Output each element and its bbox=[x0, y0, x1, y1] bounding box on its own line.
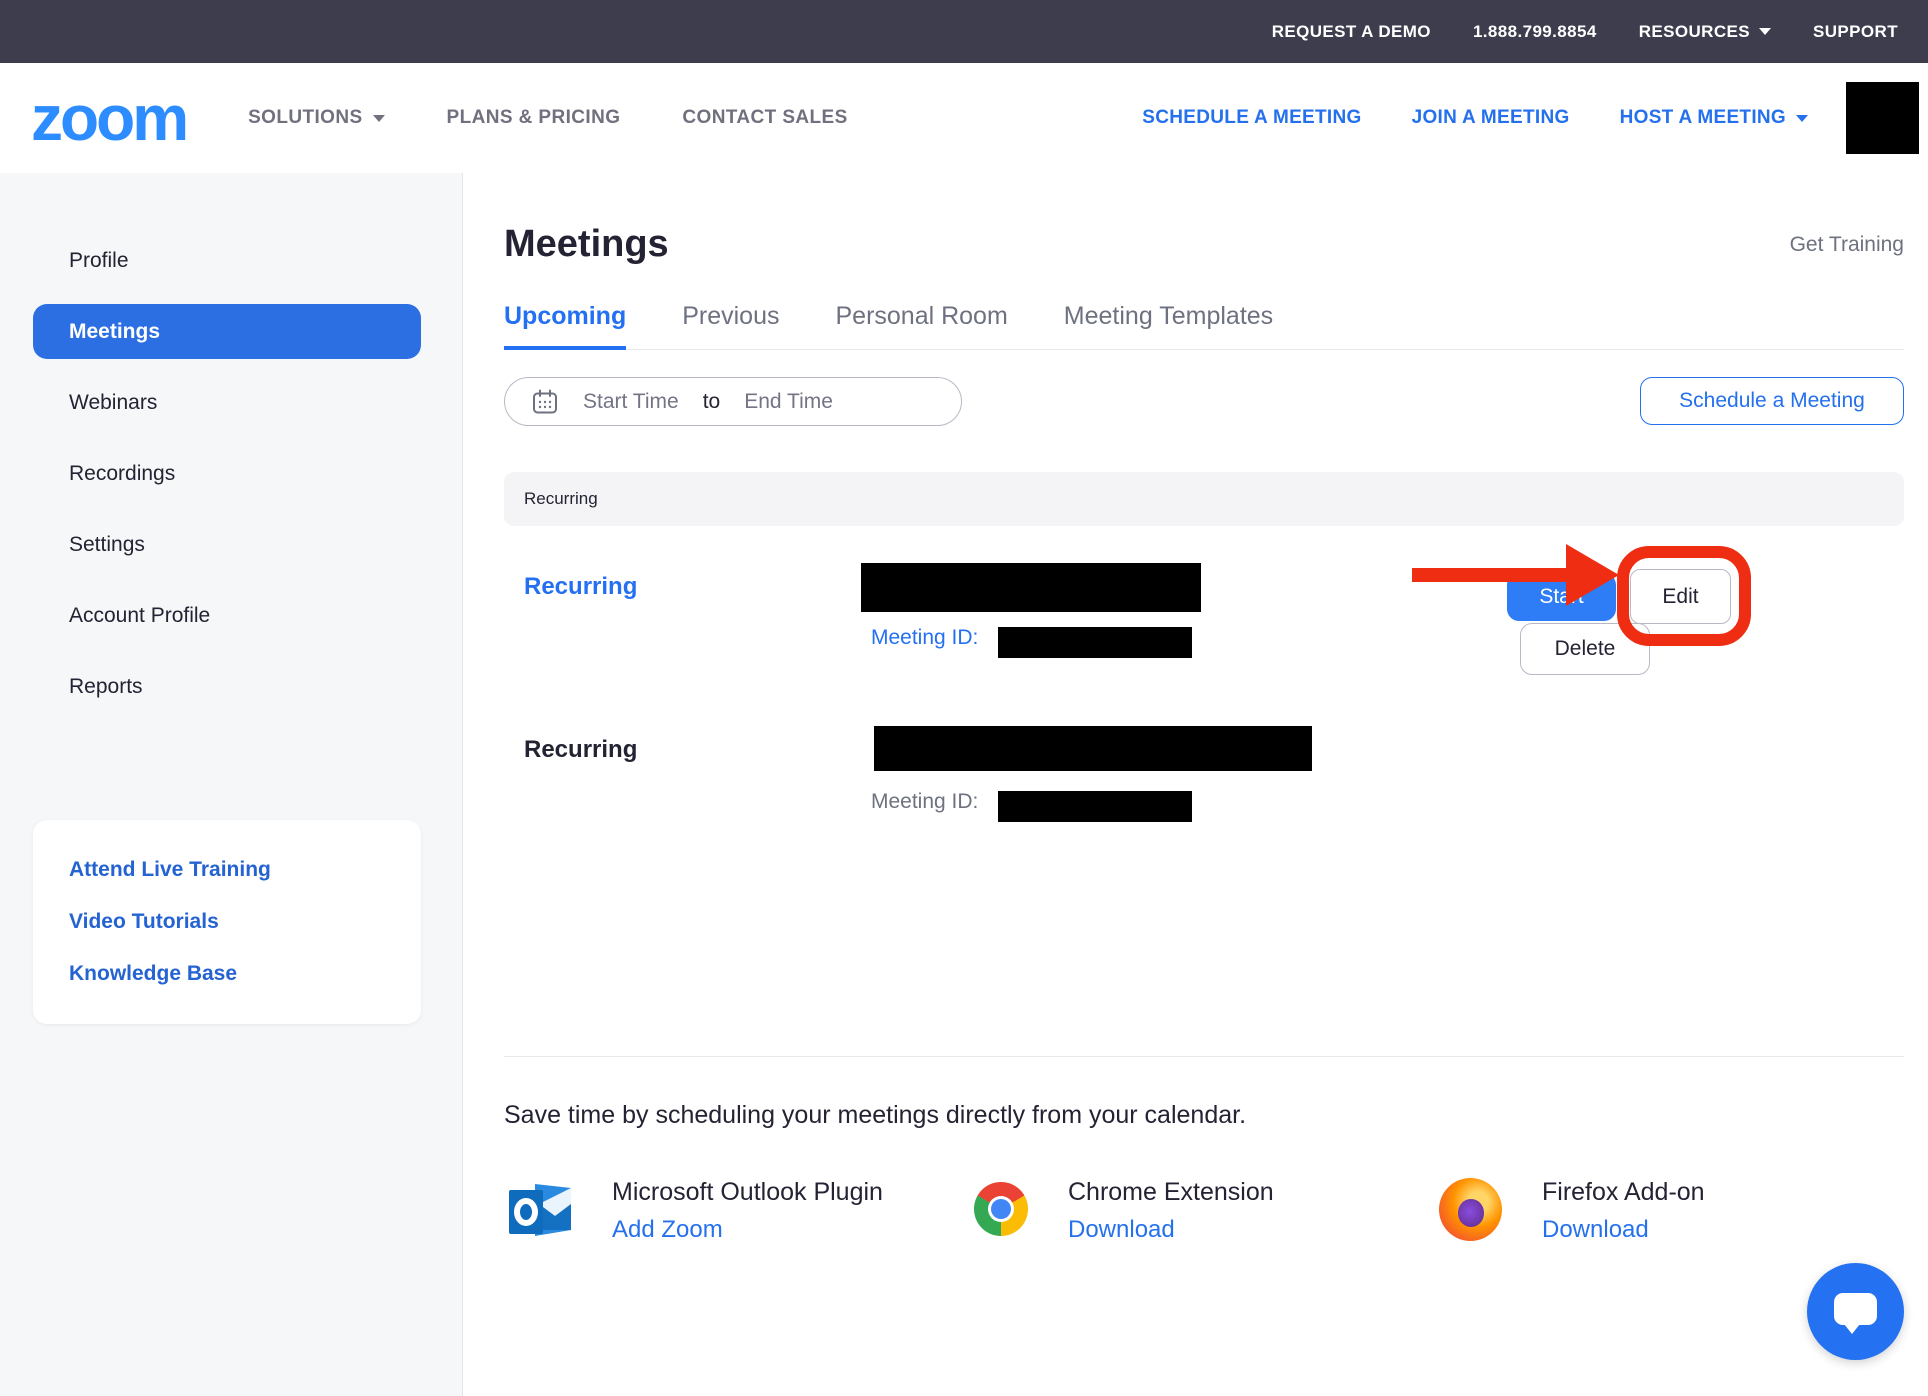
integration-text: Firefox Add-on Download bbox=[1542, 1178, 1705, 1244]
meeting-recurrence-link[interactable]: Recurring bbox=[524, 573, 637, 601]
support-link[interactable]: SUPPORT bbox=[1813, 22, 1898, 42]
avatar[interactable] bbox=[1846, 82, 1919, 154]
schedule-a-meeting-link[interactable]: SCHEDULE A MEETING bbox=[1142, 107, 1361, 129]
integration-name: Microsoft Outlook Plugin bbox=[612, 1178, 883, 1207]
knowledge-base-link[interactable]: Knowledge Base bbox=[33, 948, 421, 1000]
tab-upcoming[interactable]: Upcoming bbox=[504, 302, 626, 349]
chrome-download-link[interactable]: Download bbox=[1068, 1216, 1274, 1244]
host-a-meeting-menu[interactable]: HOST A MEETING bbox=[1620, 107, 1808, 129]
meetings-tabs: Upcoming Previous Personal Room Meeting … bbox=[504, 302, 1904, 350]
recurring-section-header: Recurring bbox=[504, 472, 1904, 526]
zoom-logo[interactable]: zoom bbox=[31, 86, 186, 150]
top-utility-bar: REQUEST A DEMO 1.888.799.8854 RESOURCES … bbox=[0, 0, 1928, 63]
redacted-meeting-id bbox=[998, 791, 1192, 822]
get-training-link[interactable]: Get Training bbox=[1790, 233, 1904, 257]
integrations-row: Microsoft Outlook Plugin Add Zoom Chrome… bbox=[509, 1178, 1904, 1244]
solutions-label: SOLUTIONS bbox=[248, 107, 362, 129]
meeting-recurrence-label: Recurring bbox=[524, 736, 637, 764]
integration-name: Chrome Extension bbox=[1068, 1178, 1274, 1207]
redacted-meeting-id bbox=[998, 627, 1192, 658]
date-range-to-label: to bbox=[703, 390, 721, 414]
sidebar-item-reports[interactable]: Reports bbox=[0, 659, 462, 714]
resources-menu[interactable]: RESOURCES bbox=[1639, 22, 1771, 42]
phone-number[interactable]: 1.888.799.8854 bbox=[1473, 22, 1597, 42]
host-a-meeting-label: HOST A MEETING bbox=[1620, 107, 1786, 129]
chrome-integration: Chrome Extension Download bbox=[974, 1178, 1439, 1244]
calendar-promo-heading: Save time by scheduling your meetings di… bbox=[504, 1101, 1904, 1130]
calendar-icon bbox=[531, 388, 559, 416]
sidebar-item-recordings[interactable]: Recordings bbox=[0, 446, 462, 501]
redacted-meeting-topic bbox=[874, 726, 1312, 771]
firefox-integration: Firefox Add-on Download bbox=[1439, 1178, 1904, 1244]
chevron-down-icon bbox=[373, 115, 385, 122]
edit-button[interactable]: Edit bbox=[1630, 569, 1731, 624]
sidebar-item-account-profile[interactable]: Account Profile bbox=[0, 588, 462, 643]
primary-nav: SOLUTIONS PLANS & PRICING CONTACT SALES bbox=[248, 107, 848, 129]
chevron-down-icon bbox=[1796, 115, 1808, 122]
chat-fab-button[interactable] bbox=[1807, 1263, 1904, 1360]
nav-plans-pricing[interactable]: PLANS & PRICING bbox=[447, 107, 621, 129]
request-demo-link[interactable]: REQUEST A DEMO bbox=[1272, 22, 1431, 42]
filter-row: Start Time to End Time Schedule a Meetin… bbox=[504, 377, 1904, 426]
sidebar-item-webinars[interactable]: Webinars bbox=[0, 375, 462, 430]
sidebar-item-profile[interactable]: Profile bbox=[0, 233, 462, 288]
meeting-id-label: Meeting ID: bbox=[871, 790, 978, 814]
section-divider bbox=[504, 1056, 1904, 1057]
attend-live-training-link[interactable]: Attend Live Training bbox=[33, 844, 421, 896]
meeting-id-label: Meeting ID: bbox=[871, 626, 978, 650]
add-zoom-link[interactable]: Add Zoom bbox=[612, 1216, 883, 1244]
outlook-integration: Microsoft Outlook Plugin Add Zoom bbox=[509, 1178, 974, 1244]
meeting-actions-nav: SCHEDULE A MEETING JOIN A MEETING HOST A… bbox=[1142, 107, 1808, 129]
page-title: Meetings bbox=[504, 223, 669, 266]
sidebar-item-meetings[interactable]: Meetings bbox=[33, 304, 421, 359]
chevron-down-icon bbox=[1759, 28, 1771, 35]
zoom-web-portal: REQUEST A DEMO 1.888.799.8854 RESOURCES … bbox=[0, 0, 1928, 1396]
integration-text: Chrome Extension Download bbox=[1068, 1178, 1274, 1244]
chat-bubble-icon bbox=[1834, 1293, 1877, 1325]
integration-name: Firefox Add-on bbox=[1542, 1178, 1705, 1207]
nav-solutions[interactable]: SOLUTIONS bbox=[248, 107, 384, 129]
firefox-download-link[interactable]: Download bbox=[1542, 1216, 1705, 1244]
end-time-field[interactable]: End Time bbox=[744, 390, 833, 414]
delete-button[interactable]: Delete bbox=[1520, 623, 1650, 675]
start-time-field[interactable]: Start Time bbox=[583, 390, 679, 414]
page-layout: Profile Meetings Webinars Recordings Set… bbox=[0, 173, 1928, 1396]
start-button[interactable]: Start bbox=[1507, 573, 1616, 621]
main-header: zoom SOLUTIONS PLANS & PRICING CONTACT S… bbox=[0, 63, 1928, 173]
join-a-meeting-link[interactable]: JOIN A MEETING bbox=[1412, 107, 1570, 129]
tab-meeting-templates[interactable]: Meeting Templates bbox=[1064, 302, 1273, 349]
title-row: Meetings Get Training bbox=[504, 223, 1904, 266]
video-tutorials-link[interactable]: Video Tutorials bbox=[33, 896, 421, 948]
tab-previous[interactable]: Previous bbox=[682, 302, 779, 349]
sidebar: Profile Meetings Webinars Recordings Set… bbox=[0, 173, 463, 1396]
chrome-icon bbox=[974, 1182, 1028, 1236]
date-range-picker[interactable]: Start Time to End Time bbox=[504, 377, 962, 426]
redacted-meeting-topic[interactable] bbox=[861, 563, 1201, 612]
schedule-a-meeting-button[interactable]: Schedule a Meeting bbox=[1640, 377, 1904, 425]
main-content: Meetings Get Training Upcoming Previous … bbox=[463, 173, 1928, 1396]
tab-personal-room[interactable]: Personal Room bbox=[835, 302, 1007, 349]
outlook-icon bbox=[509, 1178, 572, 1244]
meeting-list: Recurring Meeting ID: Start Edit Delete … bbox=[504, 526, 1904, 1056]
nav-contact-sales[interactable]: CONTACT SALES bbox=[682, 107, 847, 129]
integration-text: Microsoft Outlook Plugin Add Zoom bbox=[612, 1178, 883, 1244]
sidebar-item-settings[interactable]: Settings bbox=[0, 517, 462, 572]
firefox-icon bbox=[1439, 1178, 1502, 1241]
help-links-card: Attend Live Training Video Tutorials Kno… bbox=[33, 820, 421, 1024]
resources-label: RESOURCES bbox=[1639, 22, 1750, 42]
